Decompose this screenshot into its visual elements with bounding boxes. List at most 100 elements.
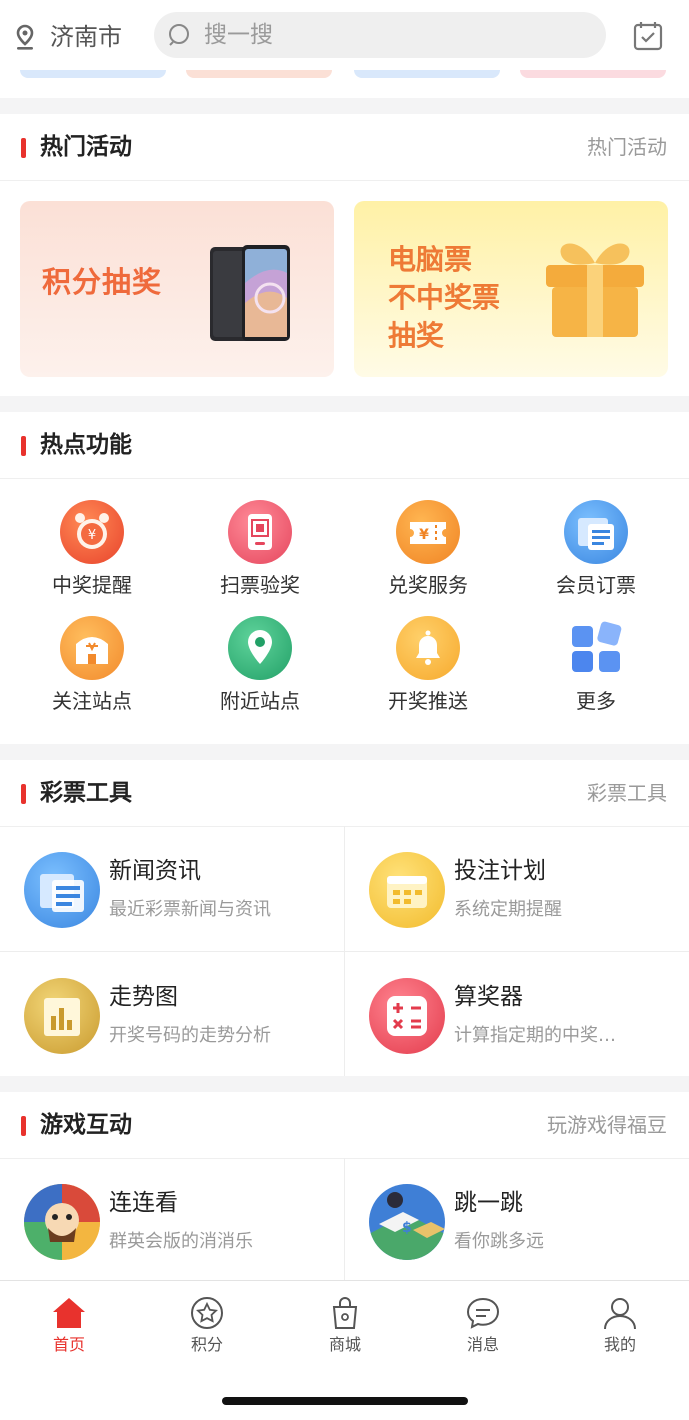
carousel-edge: [520, 70, 666, 78]
section-title: 游戏互动: [40, 1112, 132, 1138]
computer-ticket-lottery-banner[interactable]: 电脑票 不中奖票 抽奖: [354, 201, 668, 377]
tool-title: 新闻资讯: [109, 858, 201, 884]
feature-label: 中奖提醒: [52, 573, 132, 597]
section-title: 热点功能: [40, 432, 132, 458]
feature-label: 关注站点: [52, 689, 132, 713]
banner-title: 电脑票 不中奖票 抽奖: [388, 241, 538, 355]
feature-more[interactable]: 更多: [516, 616, 676, 728]
section-title: 热门活动: [40, 134, 132, 160]
tool-subtitle: 计算指定期的中奖…: [454, 1025, 616, 1046]
tab-home[interactable]: 首页: [0, 1281, 138, 1361]
banner-line: 抽奖: [388, 319, 445, 352]
feature-label: 会员订票: [556, 573, 636, 597]
banner-title: 积分抽奖: [42, 265, 163, 299]
tool-title: 投注计划: [454, 858, 546, 884]
tool-subtitle: 系统定期提醒: [454, 899, 562, 920]
points-lottery-banner[interactable]: 积分抽奖: [20, 201, 334, 377]
section-accent-bar: [21, 784, 26, 804]
game-link-link[interactable]: 连连看 群英会版的消消乐: [0, 1158, 344, 1283]
section-header: 热点功能: [0, 412, 689, 479]
feature-label: 开奖推送: [388, 689, 468, 713]
city-selector[interactable]: 济南市: [50, 20, 122, 54]
feature-draw-push[interactable]: 开奖推送: [348, 616, 508, 728]
section-header: 彩票工具 彩票工具: [0, 760, 689, 827]
section-more-link[interactable]: 彩票工具: [587, 776, 667, 810]
home-indicator[interactable]: [222, 1397, 468, 1405]
game-jump-jump[interactable]: $ 跳一跳 看你跳多远: [345, 1158, 689, 1283]
section-header: 热门活动 热门活动: [0, 114, 689, 181]
tab-label: 积分: [190, 1335, 223, 1354]
membership-ticket-icon: [564, 500, 628, 564]
feature-label: 扫票验奖: [220, 573, 300, 597]
calendar-plan-icon: [369, 852, 445, 928]
jump-game-avatar: $: [369, 1184, 445, 1260]
star-badge-icon: [189, 1295, 225, 1331]
tab-messages[interactable]: 消息: [414, 1281, 552, 1361]
tab-label: 我的: [603, 1335, 636, 1354]
svg-text:$: $: [402, 1220, 412, 1236]
feature-member-ticket[interactable]: 会员订票: [516, 500, 676, 612]
games-section: 游戏互动 玩游戏得福豆 连连看 群英会版的消消乐 $ 跳一跳 看你跳多远: [0, 1092, 689, 1282]
section-title: 彩票工具: [40, 780, 132, 806]
lottery-tools-section: 彩票工具 彩票工具 新闻资讯 最近彩票新闻与资讯 投注计划 系统定期提醒 走势图…: [0, 760, 689, 1076]
tool-trend-chart[interactable]: 走势图 开奖号码的走势分析: [0, 952, 344, 1077]
smartphone-image: [208, 243, 292, 347]
tab-label: 消息: [466, 1335, 499, 1354]
top-bar: 济南市 搜一搜: [0, 0, 689, 98]
grid-icon: [564, 616, 628, 680]
feature-label: 兑奖服务: [388, 573, 468, 597]
carousel-edge: [354, 70, 500, 78]
feature-win-reminder[interactable]: ¥ 中奖提醒: [12, 500, 172, 612]
feature-nearby-stations[interactable]: 附近站点: [180, 616, 340, 728]
section-header: 游戏互动 玩游戏得福豆: [0, 1092, 689, 1159]
home-icon: [51, 1295, 87, 1331]
tab-mine[interactable]: 我的: [551, 1281, 689, 1361]
gift-box-image: [540, 235, 650, 345]
location-pin-icon[interactable]: [14, 24, 36, 52]
link-game-avatar: [24, 1184, 100, 1260]
tool-title: 走势图: [109, 984, 178, 1010]
scan-ticket-icon: [228, 500, 292, 564]
section-accent-bar: [21, 1116, 26, 1136]
section-accent-bar: [21, 436, 26, 456]
section-more-link[interactable]: 玩游戏得福豆: [547, 1108, 667, 1142]
calendar-check-icon[interactable]: [632, 20, 664, 52]
hot-activities-section: 热门活动 热门活动 积分抽奖 电脑票 不中奖票 抽奖: [0, 114, 689, 396]
svg-text:¥: ¥: [88, 528, 96, 543]
calculator-icon: [369, 978, 445, 1054]
tab-label: 商城: [328, 1335, 361, 1354]
store-icon: [60, 616, 124, 680]
tool-prize-calculator[interactable]: 算奖器 计算指定期的中奖…: [345, 952, 689, 1077]
game-subtitle: 群英会版的消消乐: [109, 1231, 253, 1252]
tab-label: 首页: [52, 1335, 85, 1354]
banner-line: 不中奖票: [388, 281, 501, 314]
section-more-link[interactable]: 热门活动: [587, 130, 667, 164]
ticket-exchange-icon: ¥: [396, 500, 460, 564]
tab-points[interactable]: 积分: [138, 1281, 276, 1361]
carousel-edge: [186, 70, 332, 78]
tab-mall[interactable]: 商城: [276, 1281, 414, 1361]
game-title: 跳一跳: [454, 1190, 523, 1216]
bar-chart-icon: [24, 978, 100, 1054]
search-icon: [168, 23, 192, 47]
feature-prize-redeem[interactable]: ¥ 兑奖服务: [348, 500, 508, 612]
banner-line: 电脑票: [388, 243, 473, 276]
tool-news[interactable]: 新闻资讯 最近彩票新闻与资讯: [0, 826, 344, 951]
feature-scan-ticket[interactable]: 扫票验奖: [180, 500, 340, 612]
tool-subtitle: 开奖号码的走势分析: [109, 1025, 271, 1046]
search-bar[interactable]: 搜一搜: [154, 12, 606, 58]
map-pin-icon: [228, 616, 292, 680]
user-icon: [602, 1295, 638, 1331]
feature-label: 附近站点: [220, 689, 300, 713]
tool-subtitle: 最近彩票新闻与资讯: [109, 899, 271, 920]
feature-followed-stations[interactable]: 关注站点: [12, 616, 172, 728]
tool-betting-plan[interactable]: 投注计划 系统定期提醒: [345, 826, 689, 951]
message-icon: [465, 1295, 501, 1331]
game-title: 连连看: [109, 1190, 178, 1216]
tool-title: 算奖器: [454, 984, 523, 1010]
section-accent-bar: [21, 138, 26, 158]
feature-label: 更多: [576, 689, 616, 713]
alarm-clock-icon: ¥: [60, 500, 124, 564]
hot-features-section: 热点功能 ¥ 中奖提醒 扫票验奖 ¥ 兑奖服务 会员订票 关注站点 附近站点 开…: [0, 412, 689, 744]
game-subtitle: 看你跳多远: [454, 1231, 544, 1252]
